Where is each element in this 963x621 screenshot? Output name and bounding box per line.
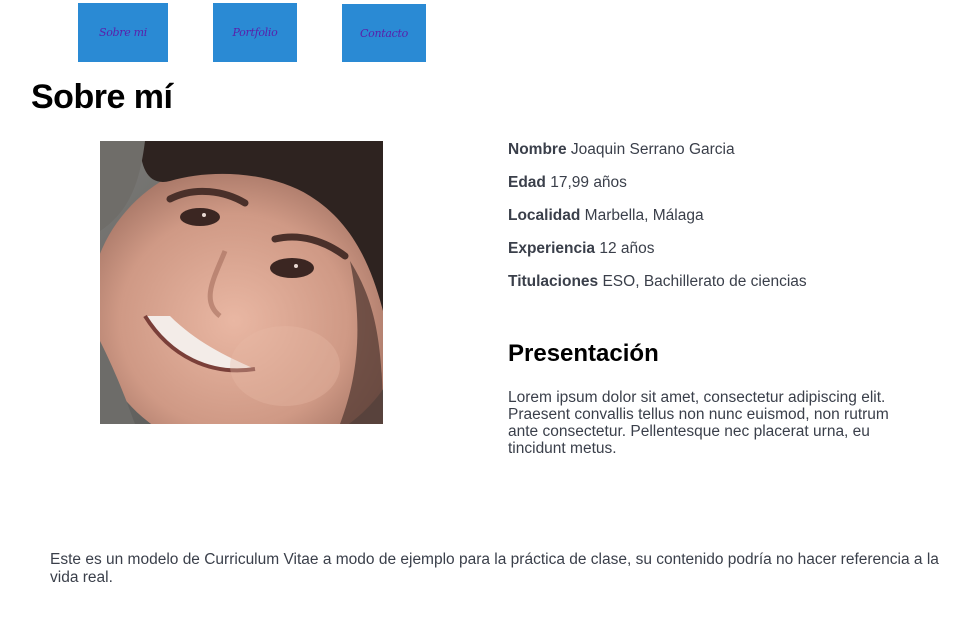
info-label-nombre: Nombre <box>508 141 567 158</box>
info-row-nombre: Nombre Joaquin Serrano Garcia <box>508 140 948 173</box>
nav-contacto-button[interactable]: Contacto <box>342 4 426 62</box>
info-row-localidad: Localidad Marbella, Málaga <box>508 206 948 239</box>
info-label-edad: Edad <box>508 174 546 191</box>
presentation-text: Lorem ipsum dolor sit amet, consectetur … <box>508 389 889 457</box>
info-label-experiencia: Experiencia <box>508 240 596 257</box>
page-title: Sobre mí <box>31 78 173 116</box>
info-label-localidad: Localidad <box>508 207 581 224</box>
info-row-experiencia: Experiencia 12 años <box>508 239 948 272</box>
info-row-titulaciones: Titulaciones ESO, Bachillerato de cienci… <box>508 272 948 305</box>
info-value-nombre: Joaquin Serrano Garcia <box>570 141 735 158</box>
footer-disclaimer: Este es un modelo de Curriculum Vitae a … <box>50 551 939 586</box>
info-value-experiencia: 12 años <box>599 240 655 257</box>
profile-info-list: Nombre Joaquin Serrano Garcia Edad 17,99… <box>508 140 948 305</box>
presentation-title: Presentación <box>508 340 659 367</box>
nav-portfolio-button[interactable]: Portfolio <box>213 3 297 62</box>
info-row-edad: Edad 17,99 años <box>508 173 948 206</box>
info-value-edad: 17,99 años <box>550 174 627 191</box>
info-value-localidad: Marbella, Málaga <box>584 207 704 224</box>
nav-sobre-mi-button[interactable]: Sobre mi <box>78 3 168 62</box>
info-label-titulaciones: Titulaciones <box>508 273 599 290</box>
profile-photo <box>100 141 383 424</box>
info-value-titulaciones: ESO, Bachillerato de ciencias <box>602 273 807 290</box>
